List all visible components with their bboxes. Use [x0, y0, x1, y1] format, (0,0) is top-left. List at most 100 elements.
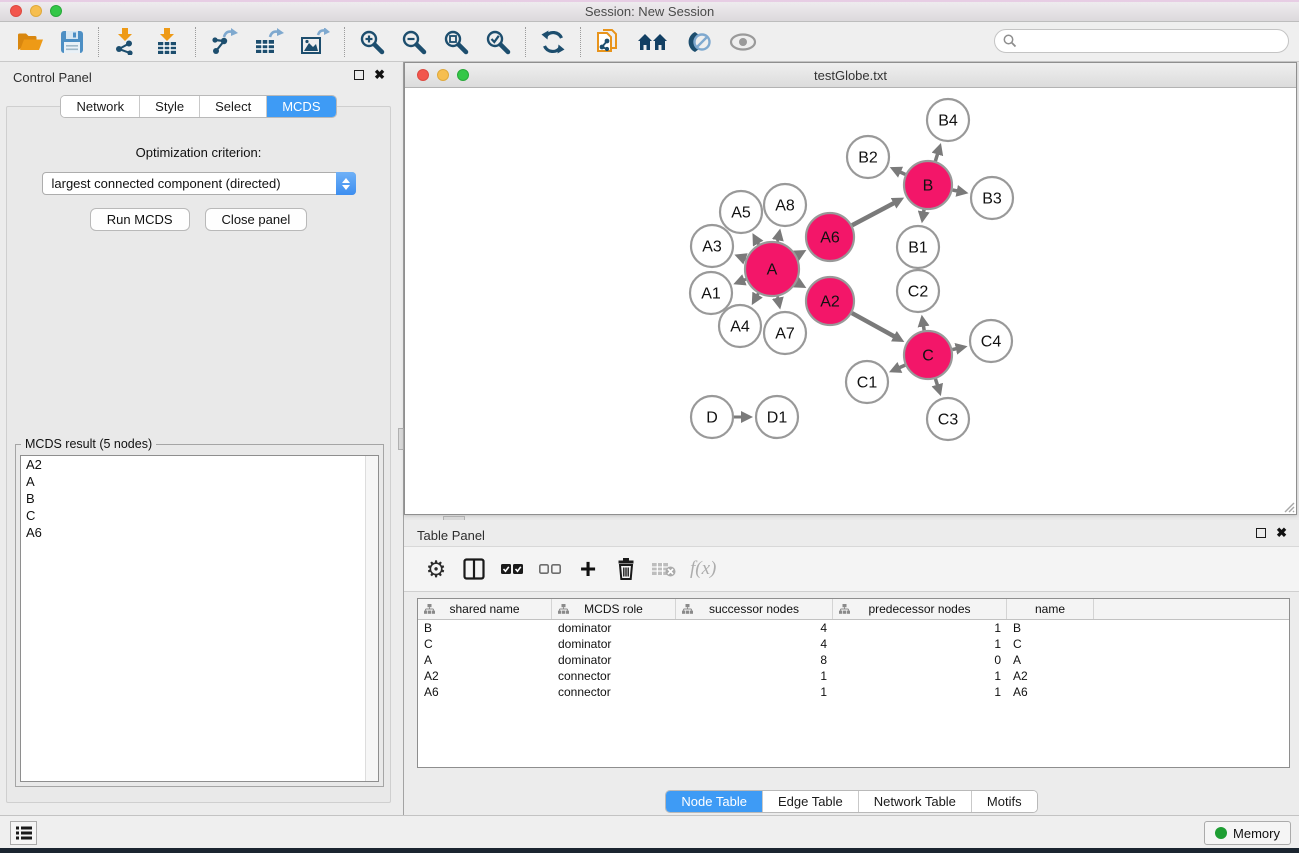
- table-tab-edge-table[interactable]: Edge Table: [763, 791, 859, 812]
- edge-B-B4[interactable]: [935, 152, 938, 161]
- result-list-item[interactable]: C: [21, 507, 378, 524]
- edge-C-C4[interactable]: [952, 348, 957, 349]
- edge-C-C3[interactable]: [935, 379, 937, 387]
- import-table-from-file-icon[interactable]: [147, 25, 189, 59]
- home-icon[interactable]: [629, 25, 677, 59]
- search-input[interactable]: [994, 29, 1289, 53]
- open-session-icon[interactable]: [8, 25, 52, 59]
- table-cell[interactable]: C: [418, 636, 552, 652]
- edge-A-A1[interactable]: [743, 279, 746, 280]
- table-cell[interactable]: 4: [676, 636, 833, 652]
- select-all-icon[interactable]: [500, 554, 524, 584]
- table-cell[interactable]: A6: [1007, 684, 1094, 700]
- edge-B-B2[interactable]: [899, 171, 906, 174]
- edge-A-A8[interactable]: [778, 238, 779, 241]
- table-cell[interactable]: dominator: [552, 620, 676, 636]
- table-cell[interactable]: dominator: [552, 652, 676, 668]
- table-cell[interactable]: 1: [676, 684, 833, 700]
- float-panel-icon[interactable]: [354, 70, 364, 80]
- result-list-item[interactable]: B: [21, 490, 378, 507]
- deselect-all-icon[interactable]: [538, 554, 562, 584]
- add-row-icon[interactable]: +: [576, 554, 600, 584]
- edge-B-B1[interactable]: [923, 210, 924, 214]
- zoom-out-icon[interactable]: [393, 25, 435, 59]
- edge-A2-C[interactable]: [852, 313, 896, 337]
- table-cell[interactable]: 1: [833, 684, 1007, 700]
- panel-splitter[interactable]: [397, 62, 404, 815]
- network-window-titlebar[interactable]: testGlobe.txt: [405, 63, 1296, 88]
- table-cell[interactable]: 1: [833, 668, 1007, 684]
- edge-A-A3[interactable]: [744, 258, 746, 259]
- table-cell[interactable]: B: [418, 620, 552, 636]
- close-panel-icon[interactable]: ✖: [374, 70, 385, 80]
- settings-gear-icon[interactable]: ⚙: [424, 554, 448, 584]
- close-panel-button[interactable]: Close panel: [205, 208, 308, 231]
- table-cell[interactable]: 1: [833, 636, 1007, 652]
- table-cell[interactable]: 1: [676, 668, 833, 684]
- table-cell[interactable]: B: [1007, 620, 1094, 636]
- show-column-icon[interactable]: [462, 554, 486, 584]
- table-cell[interactable]: A2: [1007, 668, 1094, 684]
- zoom-selected-icon[interactable]: [477, 25, 519, 59]
- table-cell[interactable]: 8: [676, 652, 833, 668]
- edge-A-A2[interactable]: [797, 283, 798, 284]
- table-row[interactable]: A2connector11A2: [418, 668, 1289, 684]
- tab-network[interactable]: Network: [61, 96, 140, 117]
- task-history-button[interactable]: [10, 821, 37, 845]
- export-table-icon[interactable]: [246, 25, 292, 59]
- table-cell[interactable]: 1: [833, 620, 1007, 636]
- table-cell[interactable]: A2: [418, 668, 552, 684]
- table-cell[interactable]: C: [1007, 636, 1094, 652]
- edge-B-B3[interactable]: [952, 190, 958, 191]
- toggle-graphics-details-icon[interactable]: [677, 25, 721, 59]
- table-tab-network-table[interactable]: Network Table: [859, 791, 972, 812]
- save-session-icon[interactable]: [52, 25, 92, 59]
- edge-A-A7[interactable]: [778, 296, 779, 299]
- table-cell[interactable]: A: [1007, 652, 1094, 668]
- fit-content-icon[interactable]: [435, 25, 477, 59]
- table-tab-node-table[interactable]: Node Table: [666, 791, 763, 812]
- column-header-name[interactable]: name: [1007, 599, 1094, 619]
- table-cell[interactable]: connector: [552, 668, 676, 684]
- tab-select[interactable]: Select: [200, 96, 267, 117]
- column-header-shared-name[interactable]: shared name: [418, 599, 552, 619]
- table-cell[interactable]: connector: [552, 684, 676, 700]
- table-cell[interactable]: 4: [676, 620, 833, 636]
- result-list-scrollbar[interactable]: [365, 456, 378, 781]
- memory-button[interactable]: Memory: [1204, 821, 1291, 845]
- run-mcds-button[interactable]: Run MCDS: [90, 208, 190, 231]
- network-canvas[interactable]: B4B2BB3A8A5A6A3B1AC2A1A2A4A7C4CC1C3DD1: [405, 88, 1296, 514]
- table-row[interactable]: Adominator80A: [418, 652, 1289, 668]
- export-network-icon[interactable]: [202, 25, 246, 59]
- float-table-panel-icon[interactable]: [1256, 528, 1266, 538]
- table-tab-motifs[interactable]: Motifs: [972, 791, 1037, 812]
- optimization-criterion-dropdown[interactable]: largest connected component (directed): [42, 172, 356, 195]
- table-row[interactable]: A6connector11A6: [418, 684, 1289, 700]
- edge-A-A5[interactable]: [757, 242, 758, 245]
- edge-A6-B[interactable]: [852, 202, 895, 225]
- result-list-item[interactable]: A: [21, 473, 378, 490]
- node-table[interactable]: shared nameMCDS rolesuccessor nodesprede…: [417, 598, 1290, 768]
- resize-grip-icon[interactable]: [1281, 499, 1295, 513]
- table-row[interactable]: Bdominator41B: [418, 620, 1289, 636]
- table-cell[interactable]: A6: [418, 684, 552, 700]
- table-cell[interactable]: dominator: [552, 636, 676, 652]
- edge-A-A4[interactable]: [757, 293, 759, 296]
- column-header-successor-nodes[interactable]: successor nodes: [676, 599, 833, 619]
- new-network-from-selection-icon[interactable]: [587, 25, 629, 59]
- edge-C-C2[interactable]: [923, 325, 924, 331]
- edge-A-A6[interactable]: [797, 255, 798, 256]
- edge-C-C1[interactable]: [898, 365, 905, 368]
- result-list-item[interactable]: A2: [21, 456, 378, 473]
- tab-style[interactable]: Style: [140, 96, 200, 117]
- table-cell[interactable]: A: [418, 652, 552, 668]
- close-table-panel-icon[interactable]: ✖: [1276, 528, 1287, 538]
- refresh-view-icon[interactable]: [532, 25, 574, 59]
- column-header-predecessor-nodes[interactable]: predecessor nodes: [833, 599, 1007, 619]
- import-network-from-file-icon[interactable]: [105, 25, 147, 59]
- delete-row-icon[interactable]: [614, 554, 638, 584]
- mcds-result-list[interactable]: A2ABCA6: [20, 455, 379, 782]
- tab-mcds[interactable]: MCDS: [267, 96, 335, 117]
- export-image-icon[interactable]: [292, 25, 338, 59]
- table-cell[interactable]: 0: [833, 652, 1007, 668]
